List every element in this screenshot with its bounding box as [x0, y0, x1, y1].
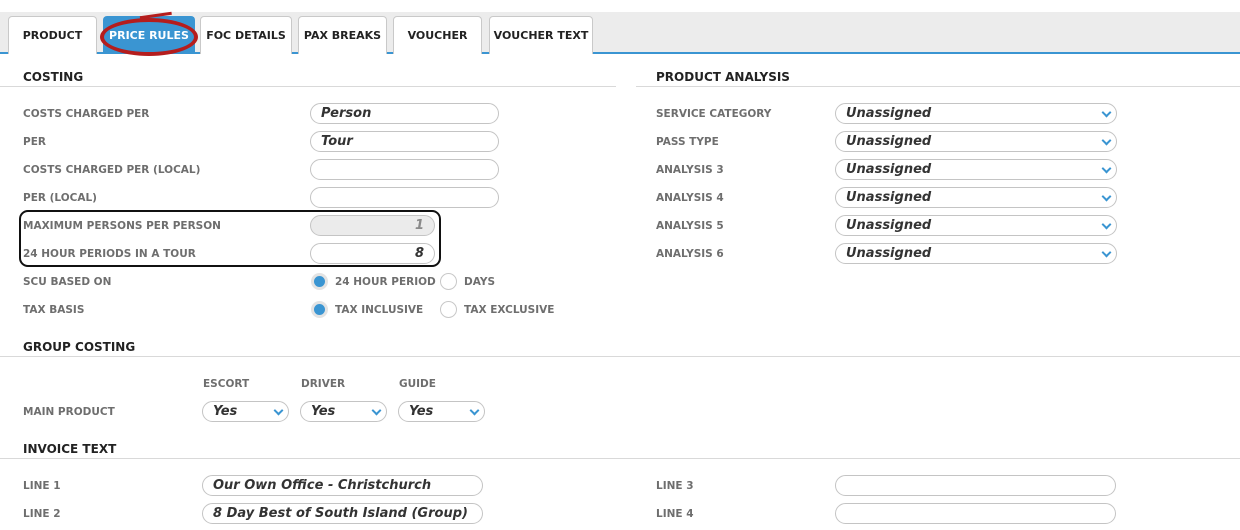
chevron-down-icon [1101, 191, 1112, 202]
driver-column-header: DRIVER [301, 378, 346, 390]
analysis-6-select[interactable]: Unassigned [835, 243, 1117, 264]
tab-price-rules[interactable]: PRICE RULES [103, 16, 195, 54]
periods-field[interactable]: 8 [310, 243, 435, 264]
scu-based-on-label: SCU BASED ON [23, 276, 112, 288]
radio-dot[interactable] [311, 273, 328, 290]
analysis-label: SERVICE CATEGORY [656, 108, 772, 120]
guide-column-header: GUIDE [399, 378, 436, 390]
select-value: Unassigned [846, 106, 932, 121]
line-2-field[interactable]: 8 Day Best of South Island (Group) [202, 503, 483, 524]
radio-dot[interactable] [311, 301, 328, 318]
analysis-4-select[interactable]: Unassigned [835, 187, 1117, 208]
select-value: Unassigned [846, 218, 932, 233]
guide-select[interactable]: Yes [398, 401, 485, 422]
invoice-text-title: INVOICE TEXT [23, 442, 117, 456]
chevron-down-icon [1101, 219, 1112, 230]
divider [0, 86, 616, 87]
analysis-5-select[interactable]: Unassigned [835, 215, 1117, 236]
select-value: Unassigned [846, 246, 932, 261]
radio-label: TAX INCLUSIVE [335, 303, 424, 316]
per-local-label: PER (LOCAL) [23, 192, 97, 204]
analysis-3-select[interactable]: Unassigned [835, 159, 1117, 180]
costs-charged-per-local-label: COSTS CHARGED PER (LOCAL) [23, 164, 201, 176]
max-persons-field: 1 [310, 215, 435, 236]
radio-dot[interactable] [440, 301, 457, 318]
chevron-down-icon [371, 405, 382, 416]
radio-tax-inclusive[interactable]: TAX INCLUSIVE [311, 301, 423, 318]
analysis-label: ANALYSIS 6 [656, 248, 724, 260]
radio-label: 24 HOUR PERIOD [335, 275, 436, 288]
select-value: Yes [213, 404, 238, 419]
radio-dot[interactable] [440, 273, 457, 290]
per-local-field[interactable] [310, 187, 499, 208]
line-2-label: LINE 2 [23, 508, 61, 520]
chevron-down-icon [273, 405, 284, 416]
analysis-label: PASS TYPE [656, 136, 719, 148]
analysis-label: ANALYSIS 4 [656, 192, 724, 204]
line-3-field[interactable] [835, 475, 1116, 496]
chevron-down-icon [1101, 247, 1112, 258]
tab-voucher-text[interactable]: VOUCHER TEXT [489, 16, 593, 54]
select-value: Yes [311, 404, 336, 419]
radio-days[interactable]: DAYS [440, 273, 495, 290]
main-product-label: MAIN PRODUCT [23, 406, 115, 418]
pass-type-select[interactable]: Unassigned [835, 131, 1117, 152]
per-label: PER [23, 136, 46, 148]
chevron-down-icon [469, 405, 480, 416]
divider [0, 458, 1240, 459]
chevron-down-icon [1101, 163, 1112, 174]
select-value: Unassigned [846, 162, 932, 177]
tab-bar: PRODUCT PRICE RULES FOC DETAILS PAX BREA… [0, 12, 1240, 54]
chevron-down-icon [1101, 107, 1112, 118]
escort-column-header: ESCORT [203, 378, 250, 390]
costs-charged-per-label: COSTS CHARGED PER [23, 108, 150, 120]
product-analysis-title: PRODUCT ANALYSIS [656, 70, 790, 84]
radio-label: DAYS [464, 275, 496, 288]
analysis-label: ANALYSIS 5 [656, 220, 724, 232]
divider [636, 86, 1240, 87]
analysis-label: ANALYSIS 3 [656, 164, 724, 176]
line-3-label: LINE 3 [656, 480, 694, 492]
max-persons-label: MAXIMUM PERSONS PER PERSON [23, 220, 221, 232]
costing-title: COSTING [23, 70, 84, 84]
group-costing-title: GROUP COSTING [23, 340, 136, 354]
divider [0, 356, 1240, 357]
periods-label: 24 HOUR PERIODS IN A TOUR [23, 248, 196, 260]
driver-select[interactable]: Yes [300, 401, 387, 422]
tax-basis-label: TAX BASIS [23, 304, 85, 316]
select-value: Unassigned [846, 134, 932, 149]
chevron-down-icon [1101, 135, 1112, 146]
service-category-select[interactable]: Unassigned [835, 103, 1117, 124]
radio-tax-exclusive[interactable]: TAX EXCLUSIVE [440, 301, 554, 318]
select-value: Yes [409, 404, 434, 419]
select-value: Unassigned [846, 190, 932, 205]
costs-charged-per-field[interactable]: Person [310, 103, 499, 124]
line-4-field[interactable] [835, 503, 1116, 524]
tab-voucher[interactable]: VOUCHER [393, 16, 482, 54]
line-4-label: LINE 4 [656, 508, 694, 520]
per-field[interactable]: Tour [310, 131, 499, 152]
costs-charged-per-local-field[interactable] [310, 159, 499, 180]
tab-pax-breaks[interactable]: PAX BREAKS [298, 16, 387, 54]
line-1-label: LINE 1 [23, 480, 61, 492]
tab-product[interactable]: PRODUCT [8, 16, 97, 54]
radio-24-hour-period[interactable]: 24 HOUR PERIOD [311, 273, 436, 290]
line-1-field[interactable]: Our Own Office - Christchurch [202, 475, 483, 496]
radio-label: TAX EXCLUSIVE [464, 303, 555, 316]
tab-foc-details[interactable]: FOC DETAILS [200, 16, 292, 54]
escort-select[interactable]: Yes [202, 401, 289, 422]
